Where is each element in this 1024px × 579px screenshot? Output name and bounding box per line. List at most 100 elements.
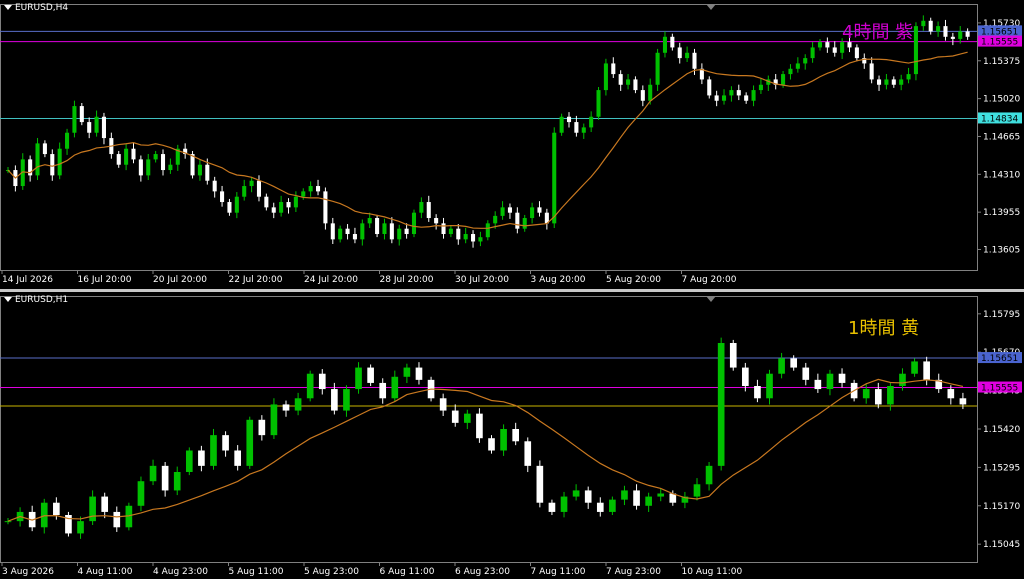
candle-body (79, 106, 84, 123)
candle-body (173, 472, 181, 491)
candle-body (707, 79, 712, 96)
candle-body (124, 148, 129, 165)
price-tag-label: 1.15555 (981, 384, 1018, 394)
candle-body (906, 74, 911, 80)
x-tick-label: 20 Jul 20:00 (153, 275, 207, 285)
candle-body (282, 404, 290, 411)
candle-body (640, 90, 645, 101)
x-tick-label: 14 Jul 2026 (2, 275, 53, 285)
x-tick-label: 30 Jul 20:00 (455, 275, 509, 285)
candle-body (301, 191, 306, 197)
candle-body (57, 148, 62, 176)
candle-body (355, 367, 362, 390)
candle-body (146, 159, 151, 176)
candle-body (500, 207, 505, 216)
y-tick-label: 1.15375 (983, 57, 1020, 67)
h4-chart-pane[interactable]: 1.15730 1.15375 1.15020 1.14665 1.14310 1.139… (0, 0, 1024, 290)
candle-body (379, 382, 387, 399)
x-tick-label: 7 Aug 23:00 (606, 567, 661, 577)
candle-body (814, 379, 822, 390)
candle-body (426, 202, 431, 219)
candle-body (662, 36, 667, 53)
candle-body (352, 234, 357, 240)
dropdown-triangle-icon[interactable] (4, 5, 12, 10)
candle-body (441, 223, 446, 235)
x-tick-label: 4 Aug 11:00 (78, 567, 133, 577)
candle-body (854, 47, 859, 59)
candle-body (222, 435, 229, 451)
candle-body (397, 228, 402, 240)
h1-chart-pane[interactable]: 1.157951.156701.155451.154201.152951.151… (0, 292, 1024, 579)
candle-body (714, 95, 719, 101)
candle-body (648, 84, 653, 101)
candle-body (50, 154, 55, 176)
candle-body (717, 343, 725, 466)
x-tick-label: 5 Aug 20:00 (606, 275, 661, 285)
h1-symbol-label: EURUSD,H1 (4, 295, 68, 305)
candle-body (94, 116, 99, 133)
candle-body (234, 196, 239, 213)
candle-body (559, 116, 564, 133)
candle-body (415, 367, 423, 380)
x-tick-label: 6 Aug 23:00 (455, 567, 510, 577)
h4-symbol-label: EURUSD,H4 (4, 3, 68, 13)
candle-body (271, 207, 276, 213)
candle-body (899, 373, 906, 386)
candle-body (212, 180, 217, 192)
y-tick-label: 1.13605 (983, 245, 1020, 255)
y-tick-label: 1.15420 (983, 425, 1020, 435)
candle-body (754, 386, 761, 399)
candle-body (899, 79, 904, 85)
candle-body (913, 26, 918, 75)
y-tick-label: 1.15295 (983, 463, 1020, 473)
candle-body (485, 223, 490, 238)
candle-body (439, 398, 447, 411)
candle-body (448, 228, 453, 235)
candle-body (584, 490, 592, 503)
candle-body (832, 47, 837, 53)
candle-body (286, 202, 291, 208)
candle-body (323, 191, 328, 224)
candle-body (389, 223, 394, 240)
x-tick-label: 28 Jul 20:00 (380, 275, 434, 285)
x-tick-label: 3 Aug 2026 (2, 567, 54, 577)
candle-body (862, 389, 870, 399)
x-tick-label: 24 Jul 20:00 (304, 275, 358, 285)
moving-average-line (7, 51, 968, 229)
candle-body (943, 26, 948, 37)
candle-body (367, 367, 374, 383)
scroll-marker-icon (706, 4, 716, 10)
candle-body (434, 218, 439, 224)
candle-body (781, 74, 786, 85)
candle-body (758, 84, 763, 91)
candle-body (685, 52, 690, 59)
y-tick-label: 1.14665 (983, 132, 1020, 142)
dropdown-triangle-icon[interactable] (4, 297, 12, 302)
candle-body (451, 410, 459, 423)
candle-body (524, 441, 532, 466)
candle-body (270, 404, 278, 436)
candle-body (42, 143, 47, 155)
candle-body (391, 376, 399, 399)
candle-body (657, 493, 665, 497)
candle-body (403, 367, 411, 377)
candle-body (256, 180, 262, 197)
candle-body (411, 212, 417, 235)
y-tick-label: 1.15170 (983, 502, 1020, 512)
candle-body (35, 143, 40, 176)
candle-body (316, 186, 321, 192)
candle-body (515, 212, 520, 229)
candle-body (958, 31, 963, 39)
candle-body (810, 47, 815, 59)
candle-body (185, 450, 193, 472)
x-tick-label: 5 Aug 23:00 (304, 567, 359, 577)
candle-body (693, 484, 701, 497)
candle-body (360, 223, 365, 240)
candle-body (89, 496, 96, 522)
candle-body (826, 373, 834, 390)
candle-body (138, 159, 143, 176)
candle-body (751, 90, 756, 101)
y-tick-label: 1.13955 (983, 208, 1020, 218)
candle-body (621, 490, 628, 500)
candle-body (404, 228, 409, 235)
